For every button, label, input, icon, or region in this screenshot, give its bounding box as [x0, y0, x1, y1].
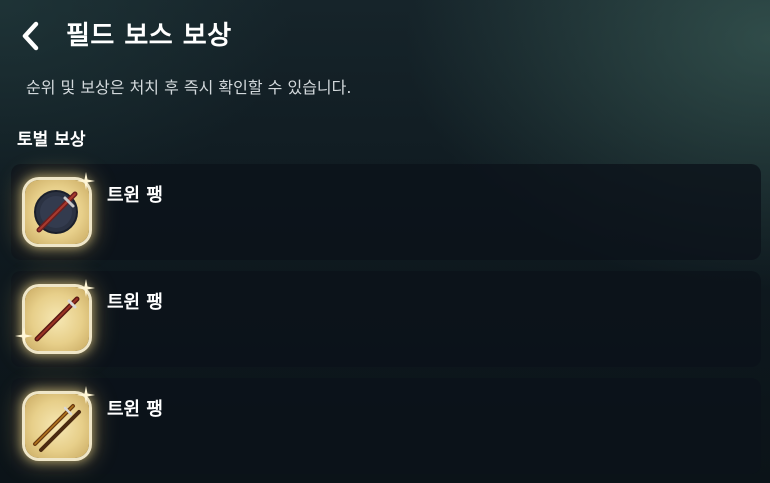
reward-item-name: 트윈 팽	[107, 292, 163, 313]
section-title: 토벌 보상	[17, 130, 86, 150]
chevron-left-icon	[22, 21, 39, 51]
reward-item-name: 트윈 팽	[107, 185, 163, 206]
reward-card[interactable]: 트윈 팽	[11, 164, 761, 260]
reward-card[interactable]: 트윈 팽	[11, 378, 761, 474]
reward-item-name: 트윈 팽	[107, 399, 163, 420]
description-text: 순위 및 보상은 처치 후 즉시 확인할 수 있습니다.	[26, 78, 352, 97]
sparkle-icon	[15, 327, 33, 345]
sparkle-icon	[77, 386, 95, 404]
sparkle-icon	[77, 172, 95, 190]
reward-card[interactable]: 트윈 팽	[11, 271, 761, 367]
back-button[interactable]	[14, 17, 50, 55]
header: 필드 보스 보상	[0, 0, 770, 72]
sparkle-icon	[77, 279, 95, 297]
page-title: 필드 보스 보상	[66, 21, 232, 51]
